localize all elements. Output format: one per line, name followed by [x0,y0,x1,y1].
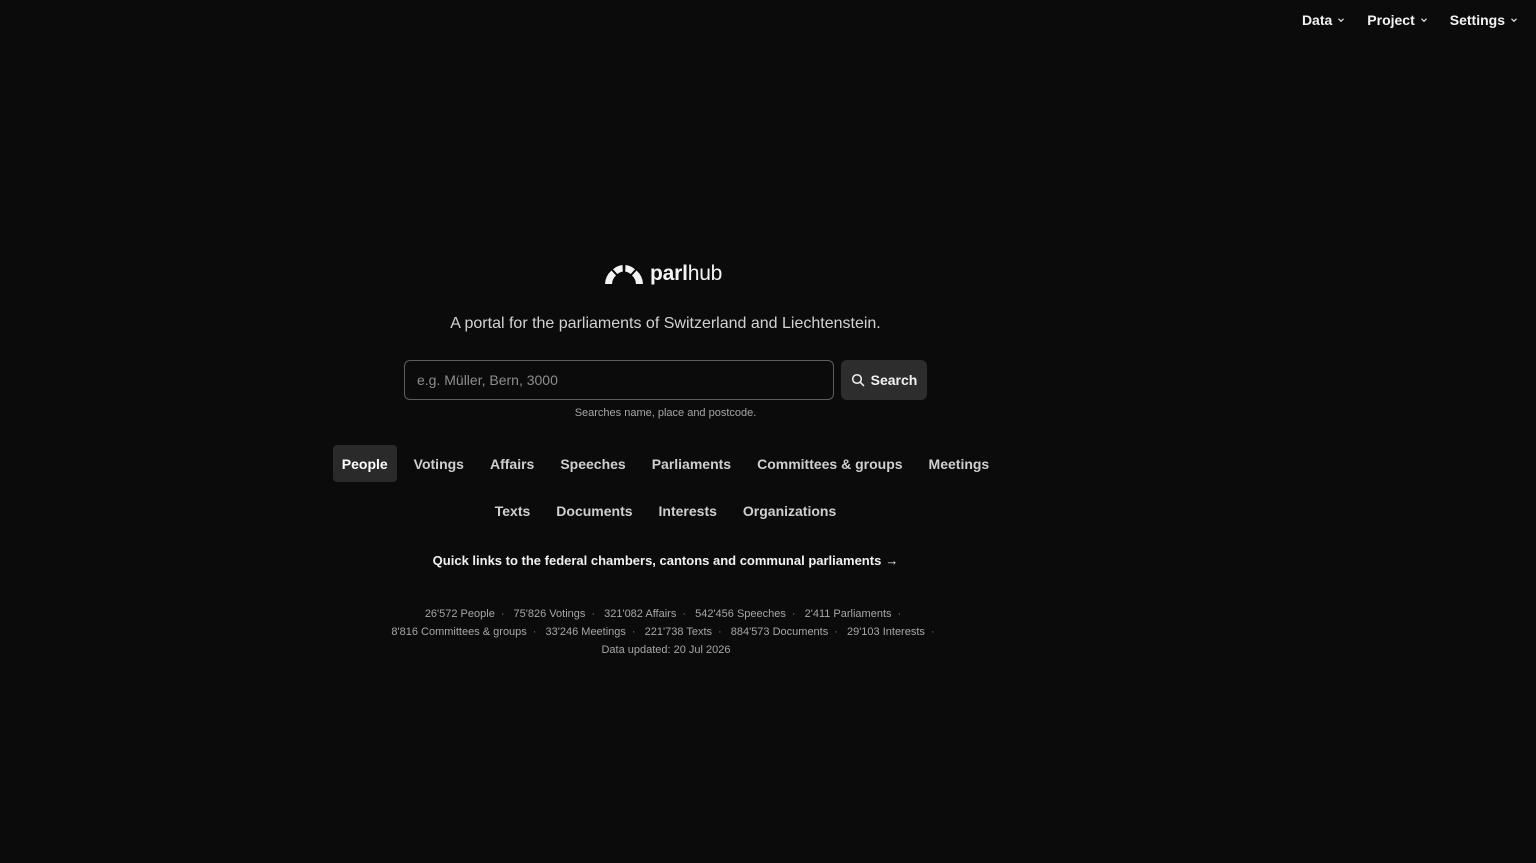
search-input[interactable] [404,360,834,400]
stat-documents: 884'573 Documents [730,626,829,638]
chevron-down-icon [1511,18,1517,23]
tab-texts[interactable]: Texts [486,492,540,529]
stat-separator: · [591,608,596,620]
nav-settings-menu[interactable]: Settings [1450,10,1518,30]
stat-separator: · [930,626,935,638]
category-tabs-row-2: Texts Documents Interests Organizations [0,492,1331,529]
tab-parliaments[interactable]: Parliaments [643,445,740,482]
tab-committees-groups[interactable]: Committees & groups [748,445,911,482]
logo-wordmark: parlhub [650,262,723,285]
stat-committees-groups: 8'816 Committees & groups [391,626,527,638]
stat-separator: · [631,626,636,638]
parliament-arc-icon [605,265,643,284]
search-button[interactable]: Search [841,360,927,400]
search-icon [851,373,864,387]
stat-separator: · [897,608,902,620]
tab-interests[interactable]: Interests [650,492,726,529]
tab-people[interactable]: People [332,445,397,482]
parlhub-logo[interactable]: parlhub [604,262,722,286]
stat-meetings: 33'246 Meetings [545,626,626,638]
search-button-label: Search [870,372,918,388]
stat-speeches: 542'456 Speeches [695,608,786,620]
stat-separator: · [682,608,687,620]
quick-links-link[interactable]: Quick links to the federal chambers, can… [0,553,1331,568]
category-tabs-row-1: People Votings Affairs Speeches Parliame… [0,445,1331,482]
nav-data-label: Data [1301,12,1333,28]
stat-affairs: 321'082 Affairs [604,608,677,620]
tab-affairs[interactable]: Affairs [481,445,543,482]
search-hint: Searches name, place and postcode. [574,407,757,419]
stat-people: 26'572 People [424,608,495,620]
tab-organizations[interactable]: Organizations [734,492,845,529]
quick-links-label: Quick links to the federal chambers, can… [432,553,882,568]
stat-separator: · [500,608,505,620]
stat-data-updated: Data updated: 20 Jul 2026 [601,644,731,656]
chevron-down-icon [1338,18,1345,23]
tab-documents[interactable]: Documents [547,492,641,529]
stat-parliaments: 2'411 Parliaments [804,608,892,620]
stat-separator: · [834,626,838,638]
nav-project-menu[interactable]: Project [1367,10,1427,30]
arrow-right-icon: → [885,553,899,568]
stat-texts: 221'738 Texts [644,626,712,638]
nav-project-label: Project [1367,12,1415,28]
tab-votings[interactable]: Votings [405,445,473,482]
stat-votings: 75'826 Votings [513,608,586,620]
chevron-down-icon [1420,18,1427,23]
tab-speeches[interactable]: Speeches [551,445,634,482]
stat-separator: · [791,608,796,620]
top-nav: Data Project Settings [1302,10,1518,30]
stat-separator: · [718,626,722,638]
tab-meetings[interactable]: Meetings [920,445,999,482]
nav-data-menu[interactable]: Data [1302,10,1345,30]
stats-summary: 26'572 People · 75'826 Votings · 321'082 A… [371,605,961,659]
nav-settings-label: Settings [1449,12,1505,28]
stat-interests: 29'103 Interests [846,626,925,638]
tagline: A portal for the parliaments of Switzerl… [450,315,881,332]
stat-separator: · [532,626,537,638]
